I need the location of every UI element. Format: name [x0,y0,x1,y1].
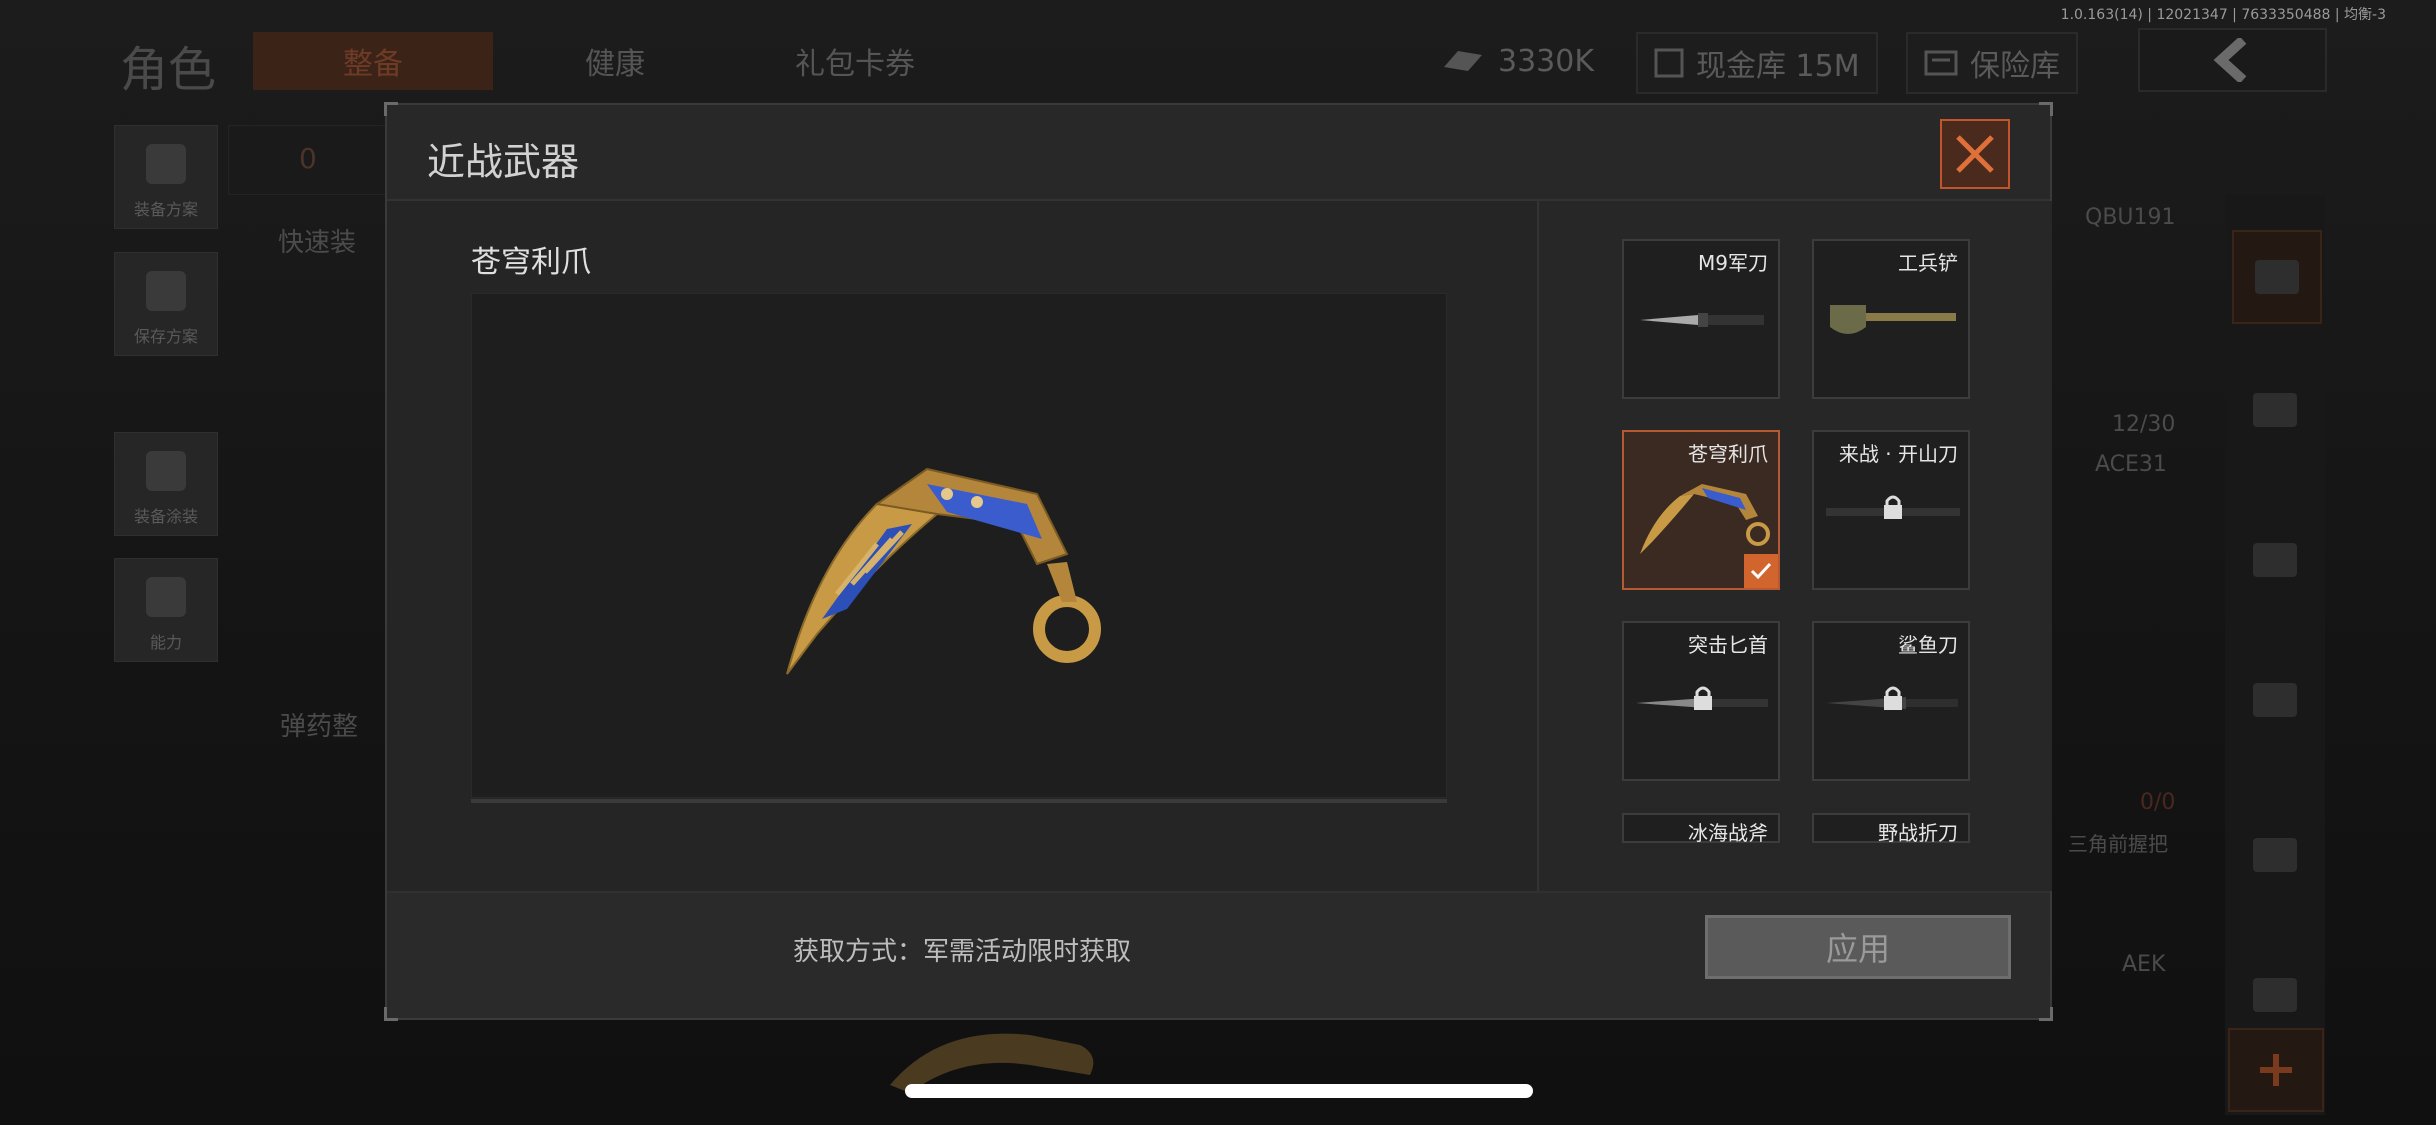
loadout-scheme-button[interactable]: 装备方案 [114,125,218,229]
acquire-method-text: 获取方式：军需活动限时获取 [792,937,1131,967]
weapon-card-karambit[interactable]: 苍穹利爪 [1622,430,1780,590]
back-button[interactable] [2138,28,2327,92]
currency-value: 3330K [1498,43,1595,79]
weapon-card-label: 来战 · 开山刀 [1838,442,1958,466]
rail-grip[interactable] [2232,810,2318,900]
karambit-icon [1640,484,1770,554]
download-icon [146,271,186,311]
ammo-count-2: 0/0 [2140,790,2176,815]
equipment-skin-button[interactable]: 装备涂装 [114,432,218,536]
vest-icon [146,144,186,184]
karambit-preview-image [786,467,1101,675]
weapon-card-shovel[interactable]: 工兵铲 [1812,239,1970,399]
magazine-icon [2253,683,2297,717]
dialog-header: 近战武器 [387,105,2050,201]
quick-equip-label: 快速装 [278,228,357,258]
plus-icon [2260,1054,2292,1086]
ammo-label: 弹药整 [280,712,359,742]
close-button[interactable] [1940,119,2010,189]
cash-icon [1444,51,1482,71]
preview-divider [471,799,1447,803]
currency-display: 3330K [1440,32,1594,90]
tab-loadout[interactable]: 整备 [253,32,493,90]
vault-button[interactable]: 现金库 15M [1636,32,1878,94]
weapon-card-machete[interactable]: 来战 · 开山刀 [1812,430,1970,590]
scope-icon [2253,978,2297,1012]
ammo-count-1: 12/30 [2112,412,2176,437]
rail-scope[interactable] [2232,950,2318,1040]
weapon-name-1: QBU191 [2085,205,2176,230]
vault-label: 现金库 15M [1696,49,1860,84]
version-text: 1.0.163(14) | 12021347 | 7633350488 | 均衡… [2060,7,2386,23]
weapon-name-2: ACE31 [2095,452,2167,477]
rail-rifle[interactable] [2232,515,2318,605]
safe-icon [1924,50,1958,76]
weapon-card-label: 鲨鱼刀 [1898,633,1958,657]
chevron-left-icon [2213,38,2246,82]
rifle-icon [2253,543,2297,577]
weapon-card-assault-dagger[interactable]: 突击匕首 [1622,621,1780,781]
dialog-title: 近战武器 [427,140,580,184]
rail-melee[interactable] [2232,230,2322,324]
weapon-card-m9[interactable]: M9军刀 [1622,239,1780,399]
checkmark-icon [1750,562,1772,580]
weapon-card-label: 苍穹利爪 [1688,442,1768,466]
add-button[interactable] [2228,1028,2324,1112]
ability-button[interactable]: 能力 [114,558,218,662]
selected-weapon-name: 苍穹利爪 [471,245,591,280]
helmet-icon [146,451,186,491]
weapon-card-label: 冰海战斧 [1688,821,1768,845]
weapon-card-label: M9军刀 [1698,251,1768,275]
vault-icon [1654,48,1684,78]
helmet-icon [2253,393,2297,427]
page-title: 角色 [120,42,217,98]
attachment-label: 三角前握把 [2068,832,2168,856]
melee-icon [2255,260,2299,294]
weapon-list-panel: M9军刀 工兵铲 苍穹利爪 来战 · 开山刀 突击匕首 鲨鱼刀 冰海战斧 野战折… [1537,201,2052,891]
weapon-card-label: 工兵铲 [1898,251,1958,275]
rail-helmet[interactable] [2232,365,2318,455]
safe-label: 保险库 [1970,49,2060,84]
weapon-card-label: 突击匕首 [1688,633,1768,657]
weapon-name-3: AEK [2122,952,2166,977]
melee-weapon-dialog: 近战武器 苍穹利爪 M9军刀 工兵铲 苍穹利爪 来战 · 开山刀 突击匕首 鲨鱼… [384,102,2053,1021]
rail-magazine[interactable] [2232,655,2318,745]
lock-icon [1884,686,1902,710]
bayonet-icon [1640,313,1764,327]
tab-gift-coupons[interactable]: 礼包卡券 [740,32,970,90]
selected-check-badge [1744,554,1778,588]
home-indicator[interactable] [905,1084,1533,1098]
lock-icon [1884,495,1902,519]
lightning-icon [146,577,186,617]
armor-slot: 0 [228,125,390,195]
weapon-card-label: 野战折刀 [1878,821,1958,845]
safe-button[interactable]: 保险库 [1906,32,2078,94]
apply-button[interactable]: 应用 [1705,915,2011,979]
weapon-card-shark-knife[interactable]: 鲨鱼刀 [1812,621,1970,781]
close-icon [1956,135,1994,173]
grip-icon [2253,838,2297,872]
save-scheme-button[interactable]: 保存方案 [114,252,218,356]
weapon-preview-box [471,293,1447,798]
armor-count: 0 [299,142,317,175]
weapon-card-folding-knife[interactable]: 野战折刀 [1812,813,1970,845]
bg-karambit-preview [880,1015,1120,1095]
shovel-icon [1830,305,1956,334]
weapon-card-ice-axe[interactable]: 冰海战斧 [1622,813,1780,845]
lock-icon [1694,686,1712,710]
tab-health[interactable]: 健康 [500,32,730,90]
